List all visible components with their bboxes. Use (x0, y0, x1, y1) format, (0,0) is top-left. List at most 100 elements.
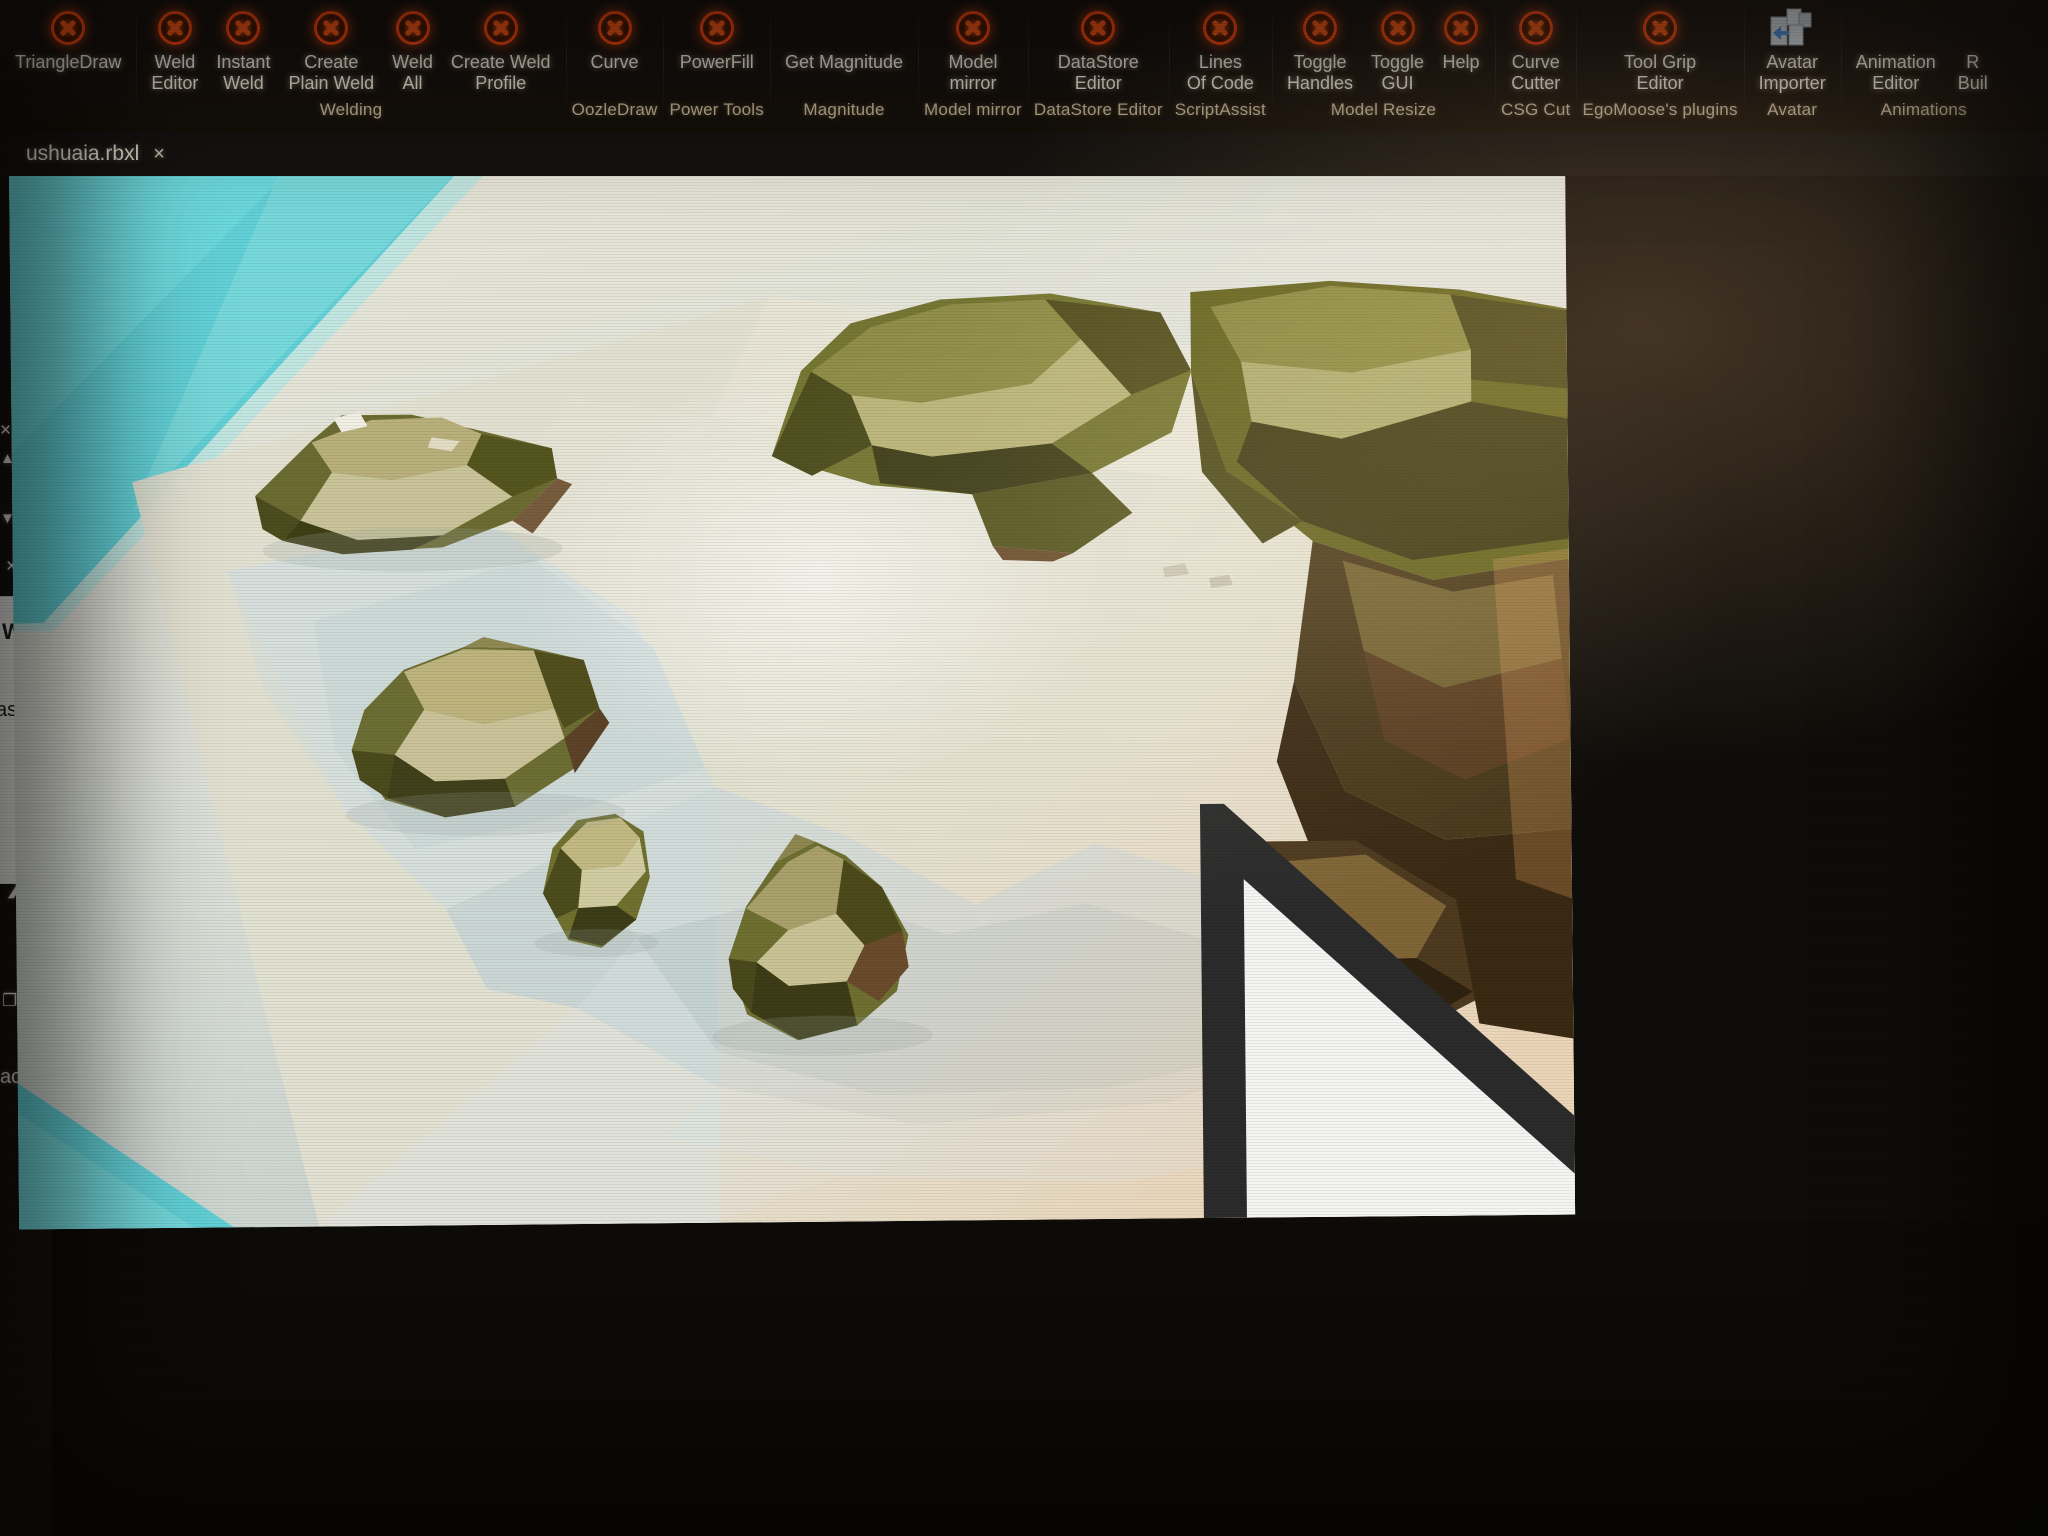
broken-plugin-x-icon (1302, 6, 1337, 50)
ribbon-group-label: Magnitude (803, 100, 885, 119)
ribbon-button-create-weld-profile[interactable]: Create Weld Profile (442, 0, 560, 94)
ribbon-group-label: ScriptAssist (1174, 100, 1266, 119)
ribbon-group-model-resize: Toggle Handles Toggle GUI Help Model Resize (1271, 0, 1495, 132)
ribbon-button-powerfill[interactable]: PowerFill (671, 0, 763, 73)
ribbon-group-items: TriangleDraw (6, 0, 130, 104)
broken-plugin-x-icon-glyph (483, 11, 518, 45)
document-tab-ushuaia[interactable]: ushuaia.rbxl × (0, 132, 181, 176)
document-tab-label: ushuaia.rbxl (26, 142, 140, 165)
ribbon-button-toggle-gui[interactable]: Toggle GUI (1362, 0, 1433, 94)
ribbon-button-label: R Buil (1957, 52, 1988, 93)
broken-plugin-x-icon-glyph (226, 11, 261, 45)
ribbon-group-egomoose-s-plugins: Tool Grip Editor EgoMoose's plugins (1576, 0, 1743, 132)
ribbon-button-label: Model mirror (948, 52, 998, 93)
close-icon[interactable]: × (0, 420, 11, 442)
ribbon-group-label: Animations (1880, 100, 1967, 119)
ribbon-group-items: PowerFill (671, 0, 763, 104)
ribbon-button-label: Avatar Importer (1758, 52, 1826, 93)
avatar-importer-icon-glyph (1770, 8, 1812, 46)
broken-plugin-x-icon-glyph (1081, 11, 1116, 45)
ribbon-button-curve-cutter[interactable]: Curve Cutter (1502, 0, 1569, 94)
ribbon-group-csg-cut: Curve Cutter CSG Cut (1495, 0, 1576, 132)
ribbon-group-label: Power Tools (669, 100, 764, 119)
broken-plugin-x-icon (597, 6, 632, 50)
ribbon-group-items: Weld Editor Instant Weld Create Plain Weld… (142, 0, 559, 104)
ribbon-group-scriptassist: Lines Of Code ScriptAssist (1168, 0, 1272, 132)
ribbon-group-label: CSG Cut (1501, 100, 1571, 119)
broken-plugin-x-icon-glyph (955, 11, 990, 45)
ribbon-button-instant-weld[interactable]: Instant Weld (207, 0, 279, 94)
broken-plugin-x-icon-glyph (1380, 11, 1415, 45)
broken-plugin-x-icon (51, 6, 86, 50)
ribbon-group-animations: Animation Editor R Buil Animations (1840, 0, 2007, 132)
ribbon-button-weld-all[interactable]: Weld All (383, 0, 442, 94)
ribbon-button-lines-of-code[interactable]: Lines Of Code (1178, 0, 1263, 94)
ribbon-button-label: Tool Grip Editor (1624, 52, 1697, 93)
ribbon-group-power-tools: PowerFill Power Tools (663, 0, 770, 132)
ribbon-button-label: Weld All (392, 52, 433, 93)
broken-plugin-x-icon (1380, 6, 1415, 50)
ribbon-button-animation-editor[interactable]: Animation Editor (1847, 0, 1945, 94)
broken-plugin-x-icon (1203, 6, 1238, 50)
ribbon-button-label: Curve Cutter (1511, 52, 1561, 93)
ribbon-group-welding: Weld Editor Instant Weld Create Plain Weld… (136, 0, 565, 132)
ribbon-button-label: Weld Editor (151, 52, 199, 93)
broken-plugin-x-icon-glyph (597, 11, 632, 45)
broken-plugin-x-icon (395, 6, 430, 50)
ribbon-group-label: OozleDraw (571, 100, 658, 119)
document-tab-strip: ushuaia.rbxl × (0, 132, 2048, 176)
ribbon-group-avatar: Avatar Importer Avatar (1743, 0, 1841, 132)
ribbon-button-label: Toggle Handles (1286, 52, 1353, 93)
ribbon-groups-container: TriangleDraw Weld Editor Instant Weld Creat… (0, 0, 2048, 132)
ribbon-group-magnitude: Get Magnitude Magnitude (769, 0, 918, 132)
ribbon-button-curve[interactable]: Curve (582, 0, 648, 73)
broken-plugin-x-icon (1518, 6, 1553, 50)
broken-plugin-x-icon (699, 6, 734, 50)
broken-plugin-x-icon (1444, 6, 1479, 50)
ribbon-group-label: Welding (319, 100, 383, 119)
broken-plugin-x-icon (483, 6, 518, 50)
ribbon-button-datastore-editor[interactable]: DataStore Editor (1049, 0, 1148, 94)
ribbon-button-label: Curve (590, 52, 639, 72)
broken-plugin-x-icon (1643, 6, 1678, 50)
ribbon-group-ungrouped: TriangleDraw (0, 0, 136, 132)
ribbon-button-help[interactable]: Help (1433, 0, 1489, 73)
ribbon-group-items: Animation Editor R Buil (1847, 0, 2001, 104)
ribbon-button-avatar-importer[interactable]: Avatar Importer (1750, 0, 1835, 94)
ribbon-group-items: Toggle Handles Toggle GUI Help (1278, 0, 1489, 104)
broken-plugin-x-icon (226, 6, 261, 50)
ribbon-button-toggle-handles[interactable]: Toggle Handles (1278, 0, 1362, 94)
ribbon-group-label: Model mirror (924, 100, 1022, 119)
photographed-monitor: TriangleDraw Weld Editor Instant Weld Creat… (0, 0, 2048, 1536)
ribbon-button-get-magnitude[interactable]: Get Magnitude (776, 0, 912, 73)
ribbon-button-triangledraw[interactable]: TriangleDraw (6, 0, 130, 73)
ribbon-group-oozledraw: Curve OozleDraw (565, 0, 664, 132)
ribbon-button-label: Lines Of Code (1186, 52, 1254, 93)
ribbon-button-model-mirror[interactable]: Model mirror (939, 0, 1006, 94)
close-icon[interactable]: × (153, 143, 165, 166)
ribbon-group-label: DataStore Editor (1033, 100, 1163, 119)
broken-plugin-x-icon-glyph (1643, 11, 1678, 45)
ribbon-button-label: TriangleDraw (15, 52, 122, 72)
ribbon-button-weld-editor[interactable]: Weld Editor (142, 0, 207, 94)
ribbon-button-create-plain-weld[interactable]: Create Plain Weld (279, 0, 383, 94)
broken-plugin-x-icon-glyph (1203, 11, 1238, 45)
ribbon-group-datastore-editor: DataStore Editor DataStore Editor (1027, 0, 1169, 132)
ribbon-group-label: EgoMoose's plugins (1582, 100, 1738, 119)
ribbon-button-label: PowerFill (679, 52, 754, 72)
ribbon-button-rig-builder[interactable]: R Buil (1945, 0, 2001, 94)
ribbon-button-label: Animation Editor (1855, 52, 1936, 93)
ribbon-group-items: Curve (582, 0, 648, 104)
ribbon-button-tool-grip-editor[interactable]: Tool Grip Editor (1615, 0, 1705, 94)
broken-plugin-x-icon (1081, 6, 1116, 50)
ribbon-button-label: Toggle GUI (1370, 52, 1425, 93)
ribbon-button-label: Create Plain Weld (288, 52, 375, 93)
3d-scene-viewport[interactable] (8, 138, 1576, 1230)
ribbon-button-label: Get Magnitude (784, 52, 904, 72)
plugins-ribbon-toolbar: TriangleDraw Weld Editor Instant Weld Creat… (0, 0, 2048, 132)
ribbon-group-items: Avatar Importer (1750, 0, 1835, 104)
broken-plugin-x-icon (955, 6, 990, 50)
ribbon-group-label: Avatar (1767, 100, 1818, 119)
restore-icon[interactable]: ❐ (2, 991, 17, 1011)
broken-plugin-x-icon (157, 6, 192, 50)
